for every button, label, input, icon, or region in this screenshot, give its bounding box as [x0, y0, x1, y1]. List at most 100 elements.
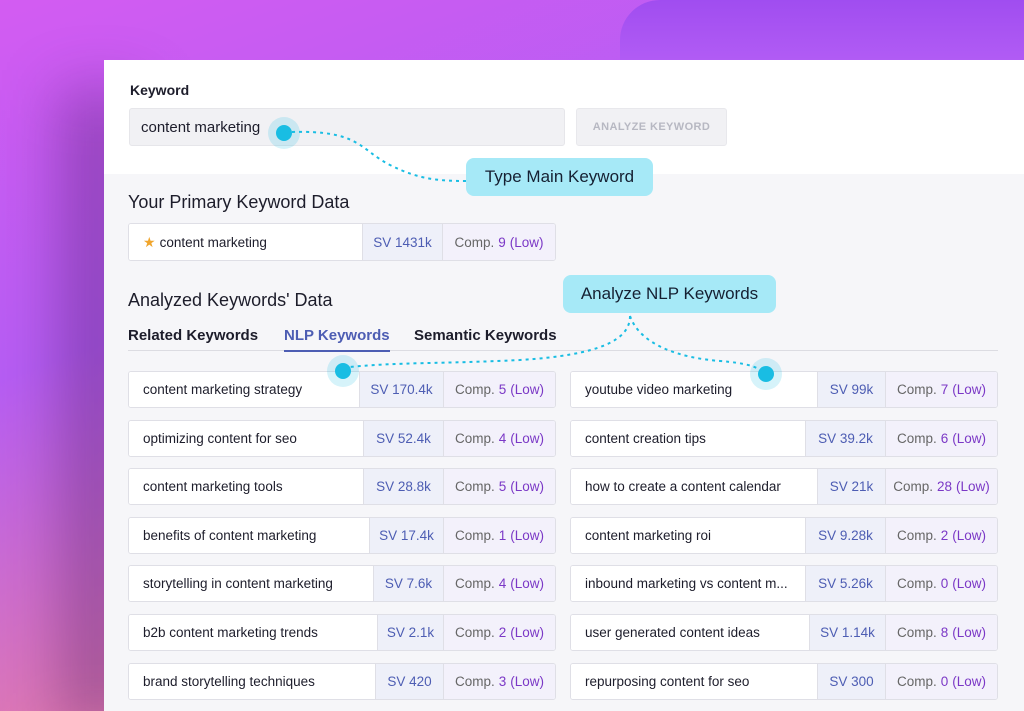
keyword-row: brand storytelling techniques SV 420 Comp.…	[128, 662, 556, 700]
comp-level: (Low)	[510, 673, 545, 689]
competition-cell: Comp. 5 (Low)	[443, 469, 555, 505]
keyword-row: b2b content marketing trends SV 2.1k Comp.…	[128, 614, 556, 651]
comp-value: 9	[498, 234, 506, 250]
star-icon: ★	[143, 233, 156, 250]
keyword-row: optimizing content for seo SV 52.4k Comp. 4…	[128, 419, 556, 457]
comp-value: 0	[940, 673, 949, 689]
comp-label: Comp.	[454, 382, 495, 397]
comp-level: (Low)	[510, 527, 545, 543]
comp-label: Comp.	[896, 673, 937, 689]
comp-level: (Low)	[952, 527, 987, 543]
comp-level: (Low)	[952, 673, 987, 689]
comp-label: Comp.	[893, 479, 933, 495]
tab-nlp-keywords[interactable]: NLP Keywords	[284, 327, 390, 352]
comp-level: (Low)	[509, 234, 544, 250]
primary-keyword-cell: ★ content marketing	[129, 224, 362, 260]
keyword-cell: brand storytelling techniques	[129, 663, 375, 699]
comp-value: 6	[940, 430, 949, 446]
comp-value: 5	[498, 479, 507, 495]
comp-level: (Low)	[510, 625, 545, 640]
analyzed-keywords-title: Analyzed Keywords' Data	[128, 290, 333, 310]
search-volume-cell: SV 39.2k	[805, 420, 885, 456]
keyword-label: Keyword	[130, 82, 190, 98]
keyword-input[interactable]	[129, 108, 565, 146]
nlp-right-hotspot	[758, 366, 774, 382]
keyword-row: benefits of content marketing SV 17.4k Com…	[128, 516, 556, 554]
keyword-cell: b2b content marketing trends	[129, 615, 377, 650]
search-volume-cell: SV 1.14k	[809, 615, 885, 650]
keyword-cell: inbound marketing vs content m...	[571, 566, 805, 602]
competition-cell: Comp. 0 (Low)	[885, 566, 997, 602]
competition-cell: Comp. 4 (Low)	[443, 420, 555, 456]
nlp-left-hotspot	[335, 363, 351, 379]
keyword-tabs: Related Keywords NLP Keywords Semantic K…	[128, 327, 998, 352]
keyword-row: content creation tips SV 39.2k Comp. 6 (Low)	[570, 419, 998, 457]
comp-label: Comp.	[896, 625, 937, 640]
keyword-cell: youtube video marketing	[571, 372, 817, 407]
keyword-cell: storytelling in content marketing	[129, 566, 373, 602]
search-volume-cell: SV 7.6k	[373, 566, 443, 602]
keyword-input-section: Keyword ANALYZE KEYWORD	[104, 60, 1024, 174]
comp-value: 2	[940, 527, 949, 543]
comp-level: (Low)	[510, 576, 545, 592]
comp-value: 8	[940, 625, 949, 640]
keyword-row: youtube video marketing SV 99k Comp. 7 (Low)	[570, 371, 998, 408]
search-volume-cell: SV 17.4k	[369, 517, 443, 553]
comp-value: 4	[498, 576, 507, 592]
keyword-row: repurposing content for seo SV 300 Comp. 0(…	[570, 662, 998, 700]
competition-cell: Comp. 1 (Low)	[443, 517, 555, 553]
search-volume-cell: SV 2.1k	[377, 615, 443, 650]
search-volume-cell: SV 28.8k	[363, 469, 443, 505]
comp-value: 3	[498, 673, 507, 689]
keyword-cell: user generated content ideas	[571, 615, 809, 650]
tab-related-keywords[interactable]: Related Keywords	[128, 327, 258, 350]
comp-label: Comp.	[454, 527, 495, 543]
tab-semantic-keywords[interactable]: Semantic Keywords	[414, 327, 557, 350]
competition-cell: Comp. 0 (Low)	[885, 663, 997, 699]
search-volume-cell: SV 420	[375, 663, 443, 699]
search-volume-cell: SV 170.4k	[359, 372, 443, 407]
keyword-cell: content marketing strategy	[129, 372, 359, 407]
keyword-input-hotspot	[276, 125, 292, 141]
comp-level: (Low)	[952, 382, 987, 397]
comp-label: Comp.	[896, 430, 937, 446]
competition-cell: Comp. 28 (Low)	[885, 469, 997, 505]
comp-label: Comp.	[896, 527, 937, 543]
comp-value: 28	[936, 479, 953, 495]
comp-label: Comp.	[454, 625, 495, 640]
comp-value: 4	[498, 430, 507, 446]
search-volume-cell: SV 9.28k	[805, 517, 885, 553]
comp-value: 0	[940, 576, 949, 592]
competition-cell: Comp. 3 (Low)	[443, 663, 555, 699]
comp-label: Comp.	[454, 479, 495, 495]
comp-level: (Low)	[510, 430, 545, 446]
competition-cell: Comp. 8 (Low)	[885, 615, 997, 650]
search-volume-cell: SV 21k	[817, 469, 885, 505]
primary-comp: Comp. 9 (Low)	[442, 224, 555, 260]
competition-cell: Comp. 6 (Low)	[885, 420, 997, 456]
comp-value: 7	[940, 382, 949, 397]
search-volume-cell: SV 300	[817, 663, 885, 699]
primary-sv: SV 1431k	[362, 224, 442, 260]
comp-label: Comp.	[896, 576, 937, 592]
analyze-keyword-button[interactable]: ANALYZE KEYWORD	[576, 108, 727, 146]
search-volume-cell: SV 52.4k	[363, 420, 443, 456]
comp-label: Comp.	[454, 673, 495, 689]
keyword-cell: repurposing content for seo	[571, 663, 817, 699]
comp-level: (Low)	[952, 576, 987, 592]
primary-keyword-row: ★ content marketing SV 1431k Comp. 9 (Lo…	[128, 223, 556, 261]
comp-label: Comp.	[454, 430, 495, 446]
comp-label: Comp.	[454, 234, 495, 250]
keyword-row: user generated content ideas SV 1.14k Comp…	[570, 614, 998, 651]
comp-label: Comp.	[454, 576, 495, 592]
comp-label: Comp.	[896, 382, 937, 397]
comp-level: (Low)	[956, 479, 990, 495]
keyword-row: storytelling in content marketing SV 7.6k…	[128, 565, 556, 603]
competition-cell: Comp. 4 (Low)	[443, 566, 555, 602]
comp-level: (Low)	[510, 382, 545, 397]
keyword-cell: content creation tips	[571, 420, 805, 456]
competition-cell: Comp. 2 (Low)	[885, 517, 997, 553]
comp-value: 1	[498, 527, 507, 543]
keyword-row: inbound marketing vs content m... SV 5.26…	[570, 565, 998, 603]
comp-value: 2	[498, 625, 507, 640]
